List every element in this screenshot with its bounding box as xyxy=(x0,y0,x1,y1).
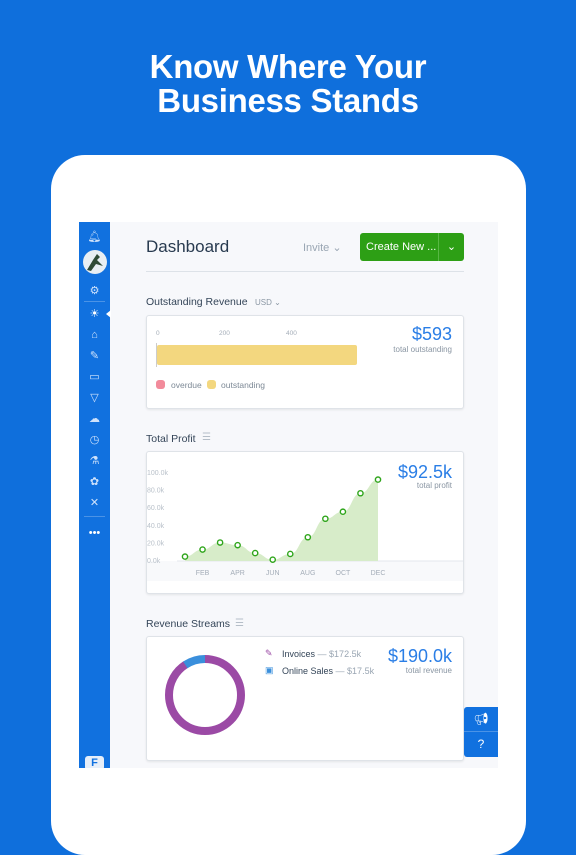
app-screen: 🔔︎ ⚙ ☀ ⌂ ✎ ▭ ▽ ☁ ◷ ⚗ ✿ ✕ ••• F Dashboard… xyxy=(79,222,498,768)
brand-logo: F xyxy=(85,756,104,768)
profit-area xyxy=(185,479,378,561)
create-dropdown-chevron-icon[interactable]: ⌄ xyxy=(439,233,464,261)
y-tick-label: 80.0k xyxy=(147,488,165,495)
gear-icon[interactable]: ⚙ xyxy=(79,284,110,298)
x-tick-label: AUG xyxy=(300,570,315,577)
page-title: Dashboard xyxy=(146,237,230,256)
data-point-jul xyxy=(286,550,294,558)
data-point-dec xyxy=(374,476,382,483)
active-caret xyxy=(106,310,111,318)
settings-sliders-icon[interactable]: ☰ xyxy=(235,618,244,629)
tick-label: 200 xyxy=(219,330,230,337)
create-new-label: Create New ... xyxy=(366,241,437,253)
profit-title: Total Profit xyxy=(146,433,196,445)
sidebar-divider xyxy=(84,301,105,302)
y-tick-label: 60.0k xyxy=(147,505,165,512)
legend-overdue: overdue xyxy=(171,380,202,390)
team-icon[interactable]: ✿ xyxy=(79,475,110,489)
currency-label: USD xyxy=(255,298,272,307)
invoices-name: Invoices xyxy=(282,649,316,659)
revenue-amount-label: total revenue xyxy=(405,666,452,675)
invite-label: Invite xyxy=(303,242,330,254)
sidebar-divider xyxy=(84,516,105,517)
y-tick-label: 20.0k xyxy=(147,540,165,547)
outstanding-amount: $593 xyxy=(411,324,452,344)
outstanding-bar[interactable] xyxy=(157,345,358,365)
outstanding-card: 0 200 400 overdue outstanding $593 total… xyxy=(146,315,464,409)
revenue-card: ✎ Invoices — $172.5k ▣ Online Sales — $1… xyxy=(146,636,464,761)
data-point-feb xyxy=(199,546,206,553)
hero-line-2: Business Stands xyxy=(157,82,419,119)
invoices-icon: ✎ xyxy=(265,648,273,658)
data-point-aug xyxy=(304,533,312,541)
tick-label: 0 xyxy=(156,330,160,337)
invoices-icon[interactable]: ✎ xyxy=(79,349,110,363)
online-sales-value: $17.5k xyxy=(347,666,375,676)
tick-label: 400 xyxy=(286,330,297,337)
online-sales-name: Online Sales xyxy=(282,666,334,676)
header-divider xyxy=(146,271,464,272)
invite-dropdown[interactable]: Invite ⌄ xyxy=(303,241,342,254)
tools-icon[interactable]: ✕ xyxy=(79,496,110,510)
profit-amount-label: total profit xyxy=(416,481,452,490)
flask-icon[interactable]: ⚗ xyxy=(79,454,110,468)
data-point-mar xyxy=(216,539,224,546)
currency-dropdown[interactable]: USD ⌄ xyxy=(255,298,281,307)
sidebar: 🔔︎ ⚙ ☀ ⌂ ✎ ▭ ▽ ☁ ◷ ⚗ ✿ ✕ ••• F xyxy=(79,222,111,768)
wallet-icon[interactable]: ▭ xyxy=(79,370,110,384)
outstanding-title: Outstanding Revenue xyxy=(146,296,248,308)
y-tick-label: 0.0k xyxy=(147,558,161,565)
cloud-icon[interactable]: ☁ xyxy=(79,412,110,426)
profit-card: 0.0k 20.0k 40.0k 60.0k 80.0k 100.0k FEB APR JUN A… xyxy=(146,451,464,594)
revenue-title: Revenue Streams xyxy=(146,618,231,630)
revenue-item-invoices: Invoices — $172.5k xyxy=(282,649,362,659)
legend-outstanding: outstanding xyxy=(221,380,265,390)
outstanding-swatch xyxy=(207,380,216,389)
revenue-item-online-sales: Online Sales — $17.5k xyxy=(282,666,375,676)
data-point-sep xyxy=(322,515,329,523)
chevron-down-icon: ⌄ xyxy=(274,298,281,307)
more-icon[interactable]: ••• xyxy=(79,526,110,540)
data-point-nov xyxy=(357,489,364,497)
y-tick-label: 100.0k xyxy=(147,470,169,477)
donut-slice-online-sales[interactable] xyxy=(160,650,250,740)
x-tick-label: JUN xyxy=(266,570,280,577)
hero-line-1: Know Where Your xyxy=(149,48,427,85)
x-tick-label: APR xyxy=(230,570,244,577)
overdue-swatch xyxy=(156,380,165,389)
pizza-expenses-icon[interactable]: ▽ xyxy=(79,391,110,405)
online-sales-icon: ▣ xyxy=(265,665,274,675)
donut-slice-invoices[interactable] xyxy=(165,655,245,735)
announcements-megaphone-icon[interactable]: 📢︎ xyxy=(464,707,498,732)
profit-amount: $92.5k xyxy=(397,462,452,482)
data-point-apr xyxy=(234,541,241,549)
bell-icon[interactable]: 🔔︎ xyxy=(79,230,110,244)
avatar[interactable] xyxy=(83,250,107,274)
settings-sliders-icon[interactable]: ☰ xyxy=(202,432,211,443)
help-question-icon[interactable]: ? xyxy=(464,732,498,757)
data-point-jun xyxy=(269,556,277,563)
revenue-donut xyxy=(160,650,250,740)
chevron-down-icon: ⌄ xyxy=(332,242,342,254)
revenue-amount: $190.0k xyxy=(387,646,452,666)
clients-hat-icon[interactable]: ⌂ xyxy=(79,328,110,342)
x-tick-label: OCT xyxy=(336,570,352,577)
outstanding-amount-label: total outstanding xyxy=(393,345,452,354)
create-new-button[interactable]: Create New ... ⌄ xyxy=(360,233,464,261)
x-tick-label: DEC xyxy=(371,570,386,577)
timer-icon[interactable]: ◷ xyxy=(79,433,110,447)
data-point-jan xyxy=(181,553,189,560)
hero-heading: Know Where Your Business Stands xyxy=(0,50,576,118)
x-tick-label: FEB xyxy=(196,570,210,577)
y-tick-label: 40.0k xyxy=(147,523,165,530)
data-point-may xyxy=(251,549,259,557)
data-point-oct xyxy=(339,508,347,516)
invoices-value: $172.5k xyxy=(329,649,362,659)
